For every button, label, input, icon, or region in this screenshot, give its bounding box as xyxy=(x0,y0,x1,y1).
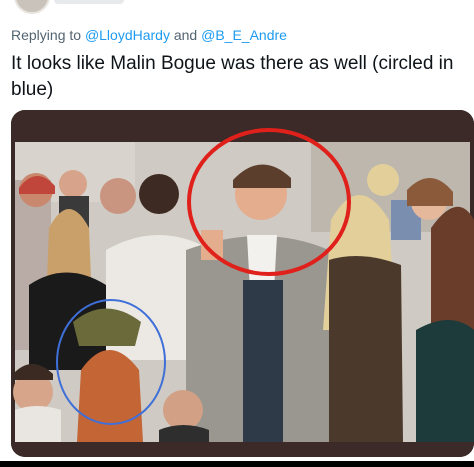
bottom-edge-bar xyxy=(0,461,474,467)
tweet-photo[interactable] xyxy=(11,110,474,457)
mention-b-e-andre[interactable]: @B_E_Andre xyxy=(201,27,287,43)
replying-to-conjunction: and xyxy=(169,27,202,43)
replying-to-prefix: Replying to xyxy=(11,27,85,43)
replying-to-line: Replying to @LloydHardy and @B_E_Andre xyxy=(11,27,287,43)
author-avatar[interactable] xyxy=(14,0,50,14)
tweet-text: It looks like Malin Bogue was there as w… xyxy=(11,53,454,100)
author-name-fragment xyxy=(54,0,124,4)
mention-lloydhardy[interactable]: @LloydHardy xyxy=(85,27,170,43)
